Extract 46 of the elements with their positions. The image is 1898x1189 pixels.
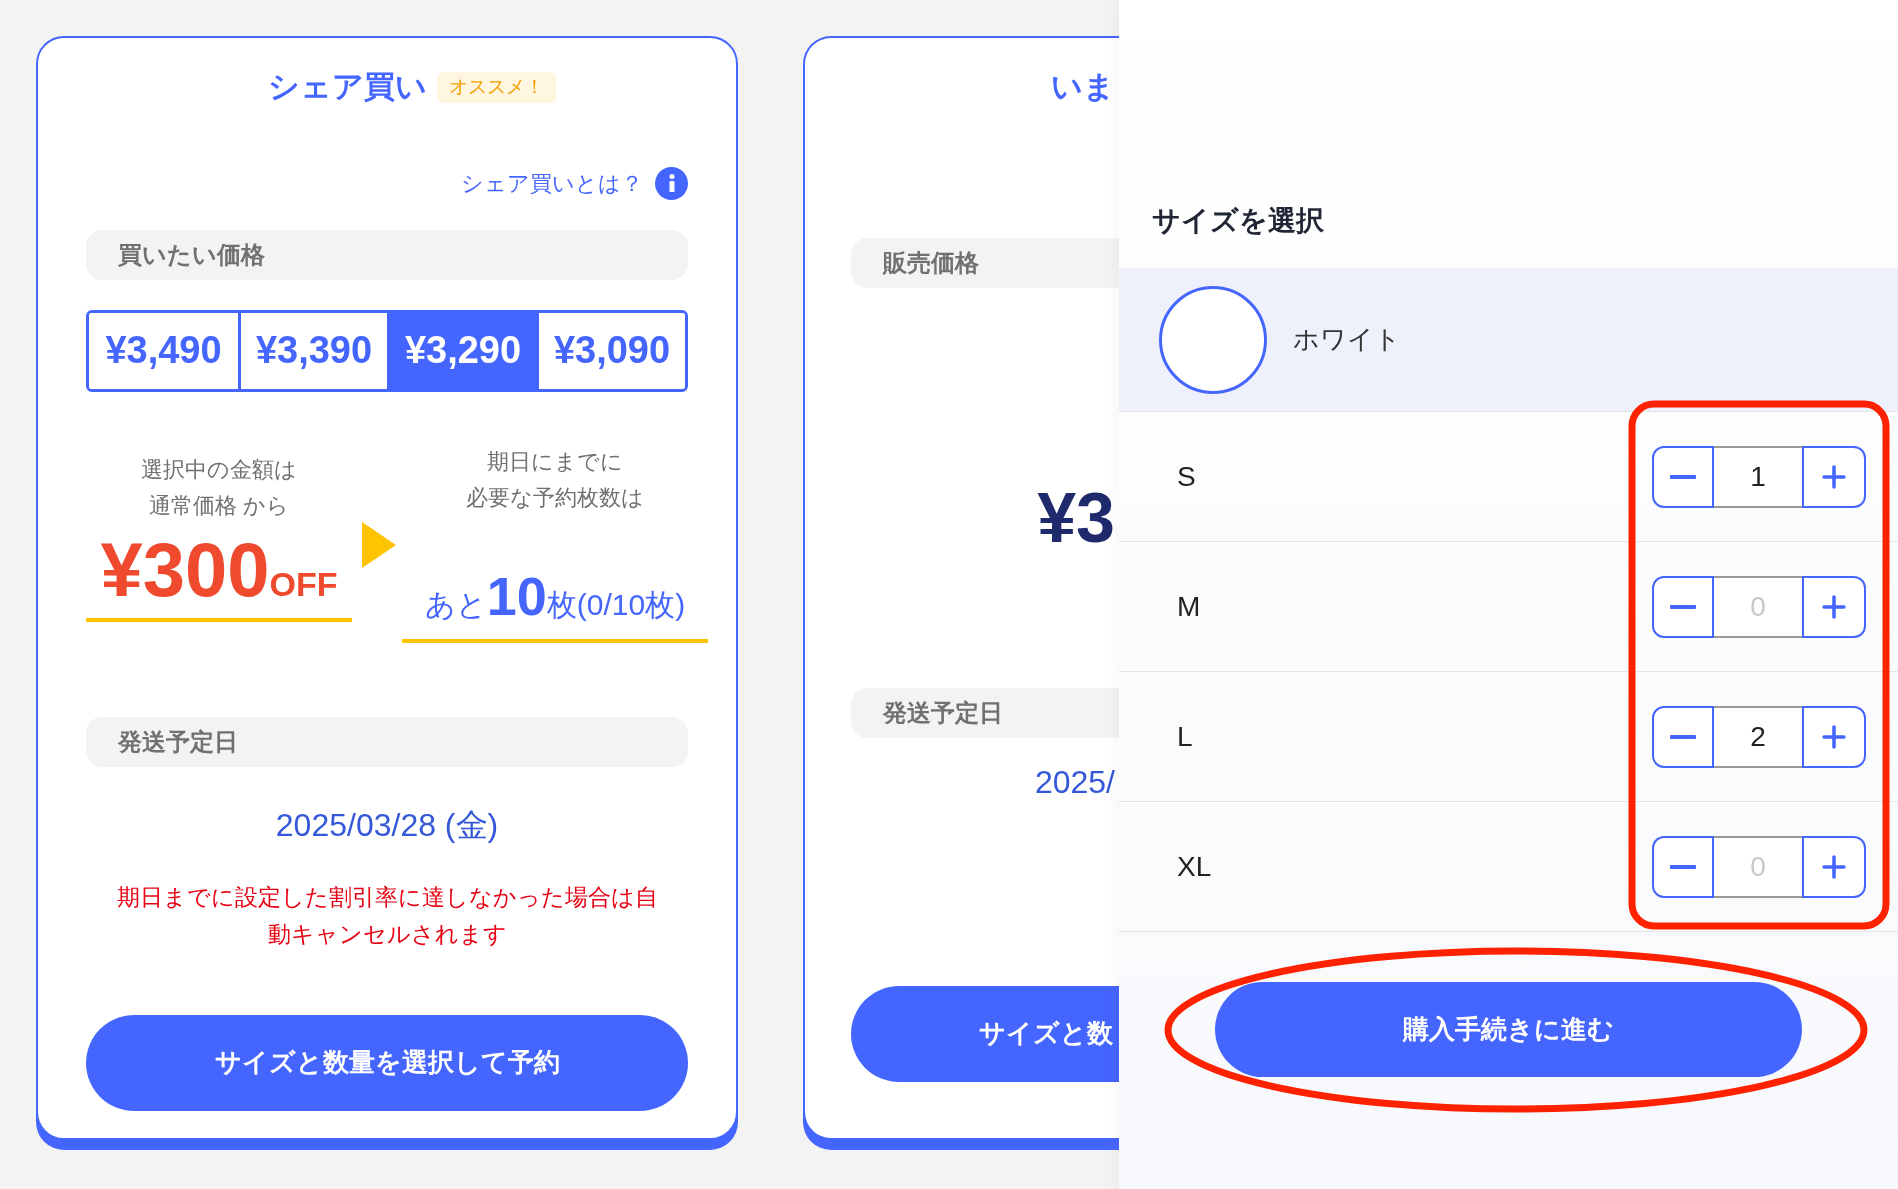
size-label: XL [1177, 849, 1213, 884]
color-name: ホワイト [1293, 323, 1401, 356]
color-option[interactable]: ホワイト [1119, 268, 1898, 412]
section-label: 販売価格 [851, 237, 1119, 288]
ship-date: 2025/03/28 (金) [274, 805, 500, 845]
checkout-button[interactable]: 購入手続きに進む [1215, 982, 1802, 1077]
ship-date: 2025/ [1034, 762, 1116, 802]
section-label: 発送予定日 [851, 687, 1119, 738]
required-note: 必要な予約枚数は [466, 483, 644, 512]
info-icon[interactable] [655, 166, 688, 200]
minus-icon [1670, 734, 1696, 739]
price-option[interactable]: ¥3,090 [536, 312, 685, 389]
increase-button[interactable] [1802, 835, 1866, 898]
size-label: S [1177, 459, 1197, 494]
sale-price: ¥3 [1037, 477, 1116, 558]
help-link[interactable]: シェア買いとは？ [461, 166, 643, 200]
price-option[interactable]: ¥3,290 [387, 312, 536, 389]
discount-note: 通常価格 から [148, 491, 290, 520]
increase-button[interactable] [1802, 575, 1866, 638]
decrease-button[interactable] [1652, 835, 1714, 898]
card-title: シェア買い [268, 68, 427, 106]
section-label: 発送予定日 [86, 716, 688, 767]
increase-button[interactable] [1802, 445, 1866, 508]
quantity-field[interactable]: 1 [1714, 445, 1802, 508]
warning-text: 期日までに設定した割引率に達しなかった場合は自動キャンセルされます [115, 882, 659, 949]
decrease-button[interactable] [1652, 705, 1714, 768]
section-label: 買いたい価格 [86, 229, 688, 280]
decrease-button[interactable] [1652, 575, 1714, 638]
arrow-icon [362, 521, 396, 568]
card-title: いま [1051, 68, 1116, 106]
minus-icon [1670, 604, 1696, 609]
increase-button[interactable] [1802, 705, 1866, 768]
reserve-button[interactable]: サイズと数 [851, 985, 1119, 1082]
size-label: L [1177, 719, 1194, 754]
remaining-count: あと 10枚(0/10枚) [402, 555, 708, 643]
decrease-button[interactable] [1652, 445, 1714, 508]
minus-icon [1670, 864, 1696, 869]
discount-note: 選択中の金額は [141, 455, 297, 484]
minus-icon [1670, 474, 1696, 479]
quantity-field[interactable]: 2 [1714, 705, 1802, 768]
panel-title: サイズを選択 [1152, 204, 1325, 238]
size-label: M [1177, 589, 1202, 624]
required-note: 期日にまでに [487, 447, 623, 476]
discount-amount: ¥300OFF [86, 527, 352, 622]
recommend-badge: オススメ！ [437, 72, 556, 103]
reserve-button[interactable]: サイズと数量を選択して予約 [86, 1014, 688, 1111]
